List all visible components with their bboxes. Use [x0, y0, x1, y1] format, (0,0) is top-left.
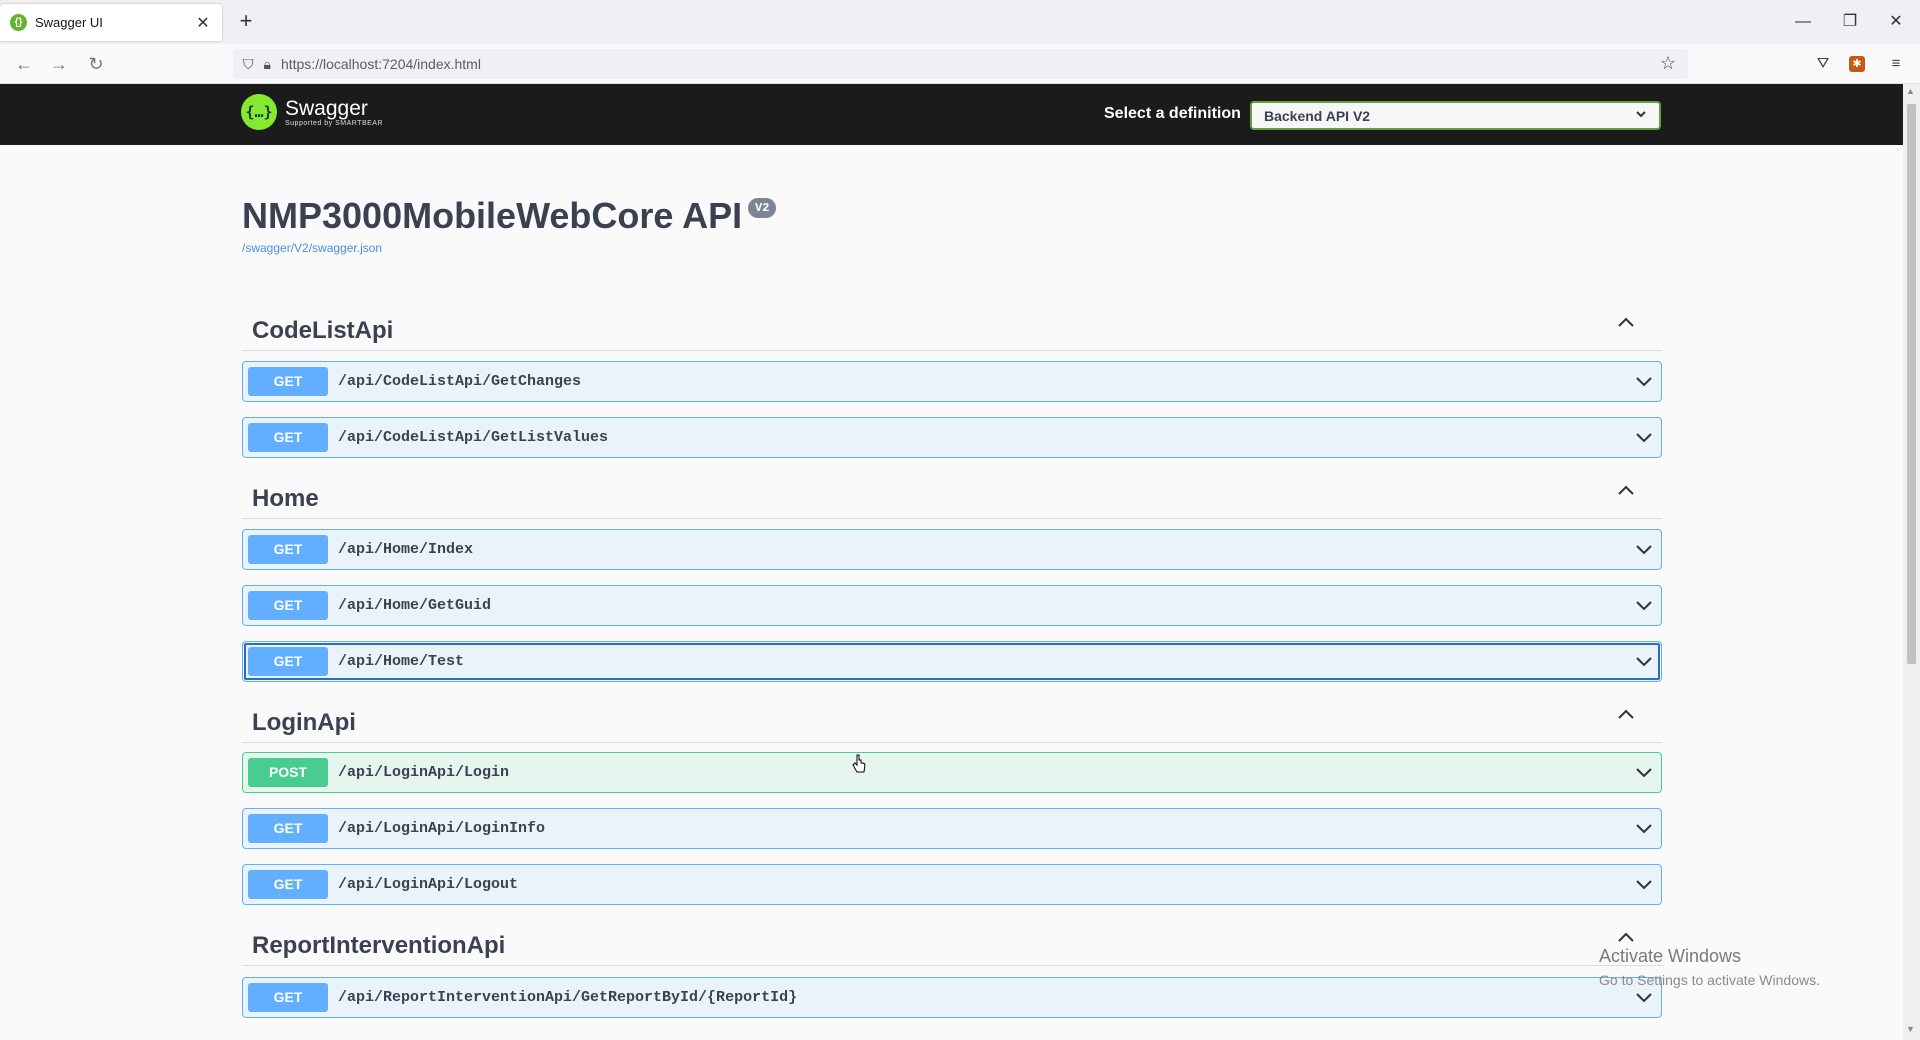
operation-row[interactable]: GET/api/Home/Index — [242, 529, 1662, 570]
close-window-button[interactable]: ✕ — [1883, 10, 1909, 34]
menu-hamburger-icon[interactable]: ≡ — [1886, 54, 1906, 74]
swagger-logo[interactable]: {…} Swagger Supported by SMARTBEAR — [241, 94, 383, 130]
operation-path: /api/LoginApi/Logout — [338, 876, 519, 893]
operation-row[interactable]: GET/api/Home/Test — [242, 641, 1662, 682]
url-text[interactable]: https://localhost:7204/index.html — [281, 56, 481, 72]
tag-name[interactable]: ReportInterventionApi — [252, 932, 505, 960]
operation-row[interactable]: GET/api/CodeListApi/GetListValues — [242, 417, 1662, 458]
operation-path: /api/ReportInterventionApi/GetReportById… — [338, 989, 798, 1006]
method-badge: GET — [248, 814, 328, 843]
extension-icon[interactable]: ✱ — [1849, 56, 1865, 72]
method-badge: GET — [248, 983, 328, 1012]
spec-link[interactable]: /swagger/V2/swagger.json — [242, 241, 382, 255]
operation-row[interactable]: GET/api/LoginApi/LoginInfo — [242, 808, 1662, 849]
chevron-down-icon[interactable] — [1635, 430, 1653, 446]
definition-selected-value: Backend API V2 — [1264, 107, 1371, 124]
tab-close-icon[interactable]: ✕ — [194, 13, 212, 33]
scroll-down-icon[interactable]: ▼ — [1906, 1024, 1915, 1034]
method-badge: GET — [248, 367, 328, 396]
chevron-down-icon — [1636, 111, 1646, 118]
chevron-up-icon[interactable] — [1616, 481, 1636, 501]
tag-name[interactable]: Home — [252, 485, 319, 513]
operation-row[interactable]: GET/api/Home/GetGuid — [242, 585, 1662, 626]
chevron-down-icon[interactable] — [1635, 598, 1653, 614]
browser-navbar: ← → ↻ ⛉ 🔒︎ https://localhost:7204/index.… — [0, 44, 1920, 84]
operation-row[interactable]: GET/api/CodeListApi/GetChanges — [242, 361, 1662, 402]
operation-path: /api/CodeListApi/GetListValues — [338, 429, 609, 446]
chevron-down-icon[interactable] — [1635, 990, 1653, 1006]
new-tab-button[interactable]: + — [234, 10, 258, 34]
logo-name: Swagger — [285, 96, 368, 120]
page-scrollbar[interactable]: ▲ ▼ — [1903, 84, 1920, 1040]
tag-group-codelistapi[interactable]: CodeListApi — [242, 305, 1662, 351]
chevron-down-icon[interactable] — [1635, 542, 1653, 558]
operation-row[interactable]: GET/api/ReportInterventionApi/GetReportB… — [242, 977, 1662, 1018]
operation-row[interactable]: GET/api/LoginApi/Logout — [242, 864, 1662, 905]
operation-path: /api/Home/GetGuid — [338, 597, 492, 614]
chevron-down-icon[interactable] — [1635, 374, 1653, 390]
tag-group-reportinterventionapi[interactable]: ReportInterventionApi — [242, 920, 1662, 966]
definition-select[interactable]: Backend API V2 — [1250, 101, 1661, 130]
version-badge: V2 — [748, 198, 777, 218]
method-badge: POST — [248, 758, 328, 787]
restore-button[interactable]: ❐ — [1837, 10, 1863, 34]
tag-name[interactable]: CodeListApi — [252, 317, 393, 345]
tag-name[interactable]: LoginApi — [252, 709, 356, 737]
operation-path: /api/CodeListApi/GetChanges — [338, 373, 582, 390]
operation-path: /api/LoginApi/LoginInfo — [338, 820, 546, 837]
scroll-up-icon[interactable]: ▲ — [1906, 86, 1915, 96]
tag-group-loginapi[interactable]: LoginApi — [242, 697, 1662, 743]
activate-windows-subtitle: Go to Settings to activate Windows. — [1599, 972, 1820, 988]
browser-tab[interactable]: {} Swagger UI ✕ — [0, 4, 222, 41]
browser-tabstrip: {} Swagger UI ✕ + — ❐ ✕ — [0, 0, 1920, 44]
chevron-up-icon[interactable] — [1616, 313, 1636, 333]
back-arrow-icon[interactable]: ← — [12, 52, 36, 76]
bookmark-star-icon[interactable]: ☆ — [1660, 53, 1676, 74]
method-badge: GET — [248, 423, 328, 452]
chevron-down-icon[interactable] — [1635, 821, 1653, 837]
hand-cursor-icon — [852, 754, 866, 773]
api-title: NMP3000MobileWebCore API — [242, 195, 743, 236]
operation-row[interactable]: POST/api/LoginApi/Login — [242, 752, 1662, 793]
method-badge: GET — [248, 870, 328, 899]
url-bar[interactable]: ⛉ 🔒︎ https://localhost:7204/index.html ☆ — [233, 49, 1688, 79]
method-badge: GET — [248, 591, 328, 620]
reload-icon[interactable]: ↻ — [84, 52, 108, 76]
swagger-favicon-icon: {} — [10, 14, 27, 31]
chevron-up-icon[interactable] — [1616, 928, 1636, 948]
minimize-button[interactable]: — — [1790, 10, 1816, 34]
operation-path: /api/Home/Test — [338, 653, 465, 670]
shield-icon[interactable]: ⛉ — [243, 56, 254, 73]
chevron-up-icon[interactable] — [1616, 705, 1636, 725]
tab-title: Swagger UI — [35, 15, 103, 30]
chevron-down-icon[interactable] — [1635, 654, 1653, 670]
activate-windows-title: Activate Windows — [1599, 946, 1742, 966]
chevron-down-icon[interactable] — [1635, 765, 1653, 781]
chevron-down-icon[interactable] — [1635, 877, 1653, 893]
swagger-topbar: {…} Swagger Supported by SMARTBEAR Selec… — [0, 84, 1903, 145]
lock-icon[interactable]: 🔒︎ — [264, 56, 271, 73]
swagger-logo-icon: {…} — [241, 94, 277, 130]
operation-path: /api/Home/Index — [338, 541, 474, 558]
pocket-icon[interactable]: ⛛ — [1813, 54, 1833, 74]
method-badge: GET — [248, 647, 328, 676]
scroll-thumb[interactable] — [1907, 104, 1916, 664]
logo-sub: Supported by SMARTBEAR — [285, 119, 384, 127]
operation-path: /api/LoginApi/Login — [338, 764, 510, 781]
method-badge: GET — [248, 535, 328, 564]
forward-arrow-icon[interactable]: → — [47, 52, 71, 76]
definition-label: Select a definition — [1104, 105, 1241, 122]
tag-group-home[interactable]: Home — [242, 473, 1662, 519]
